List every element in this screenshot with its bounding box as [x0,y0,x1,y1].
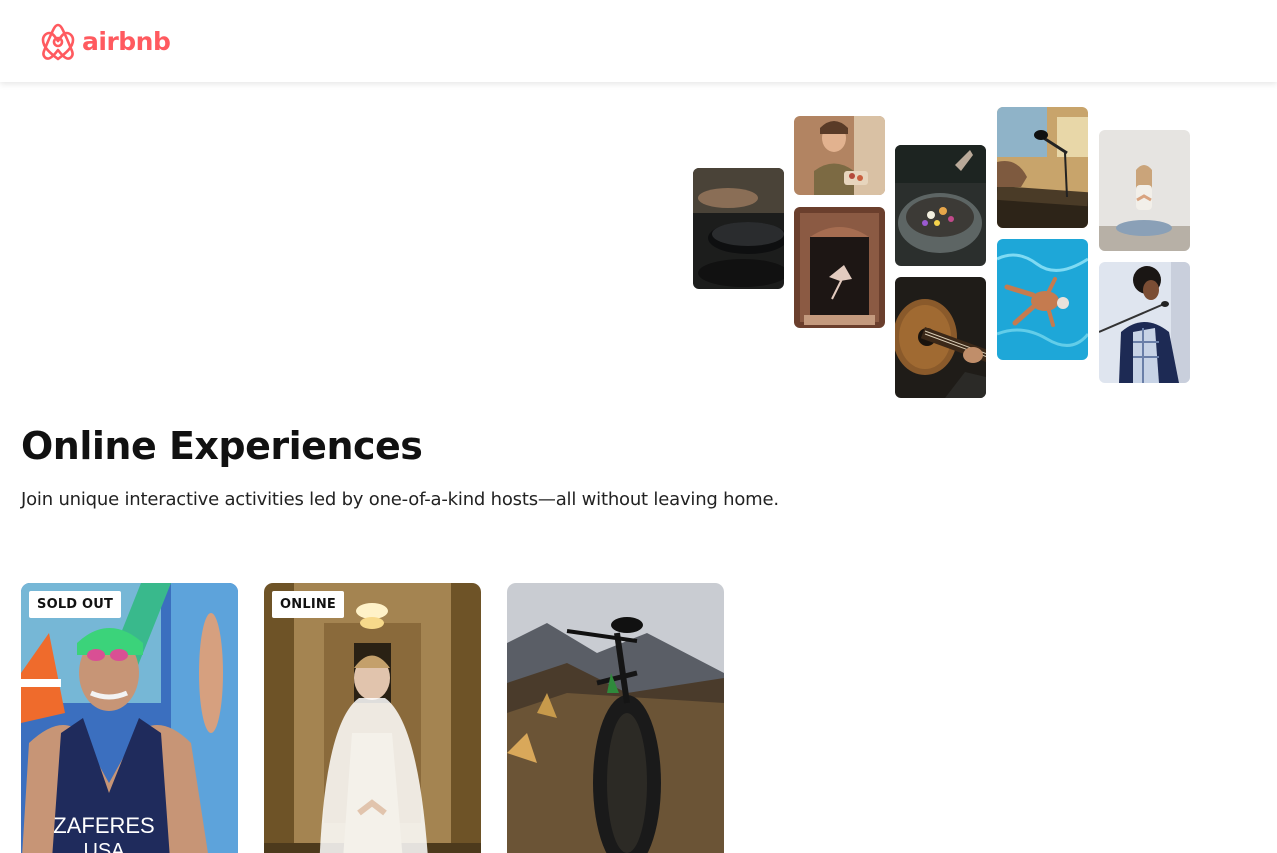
experience-card[interactable] [507,583,724,853]
swimsuit-text: ZAFERES [53,813,154,838]
airbnb-logo[interactable]: airbnb [40,21,171,61]
experience-card[interactable]: ONLINE [264,583,481,853]
photo-food-bowl [895,145,986,266]
brand-name: airbnb [82,26,171,56]
photo-keyboard-microphone [997,107,1088,228]
status-badge: SOLD OUT [29,591,122,618]
card-photo-triathlete: ZAFERES USA [21,583,238,853]
photo-guitar-player [895,277,986,398]
page-title: Online Experiences [21,424,423,468]
card-photo-mountain-bike [507,583,724,853]
status-badge: ONLINE [272,591,345,618]
photo-dancer-in-doorway [794,207,885,328]
card-photo-bride [264,583,481,853]
page-subtitle: Join unique interactive activities led b… [21,489,779,510]
photo-singer-microphone [1099,262,1190,383]
photo-swimmer-pool [997,239,1088,360]
photo-cooking-pans [693,168,784,289]
airbnb-logo-icon [41,23,75,61]
navbar: airbnb [0,0,1277,82]
swimsuit-text-2: USA [83,840,125,853]
photo-yoga-woman [1099,130,1190,251]
photo-woman-serving-food [794,116,885,195]
experience-card[interactable]: ZAFERES USA SOLD OUT [21,583,238,853]
